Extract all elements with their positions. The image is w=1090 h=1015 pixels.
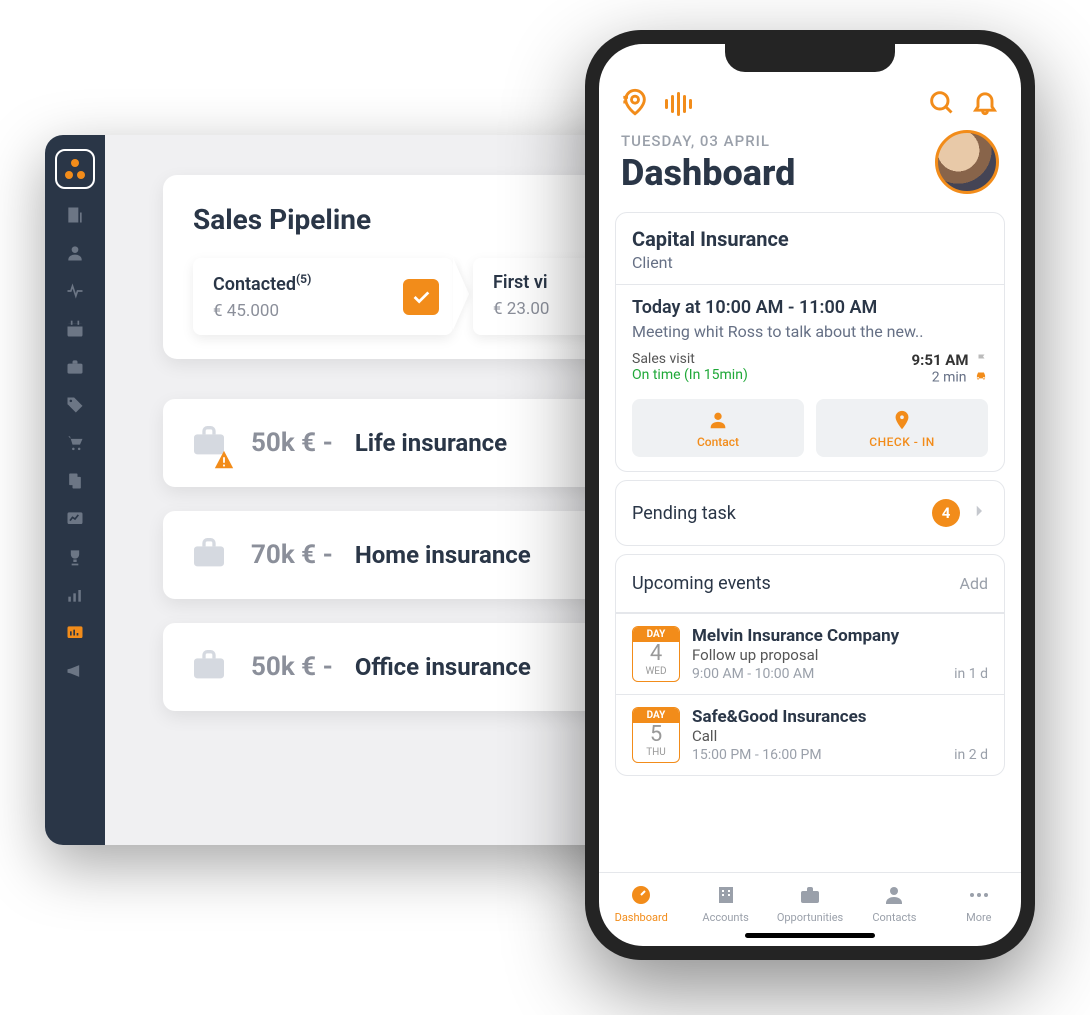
phone-notch xyxy=(725,44,895,72)
avatar[interactable] xyxy=(935,130,999,194)
event-title: Melvin Insurance Company xyxy=(692,626,988,646)
pending-label: Pending task xyxy=(632,503,922,524)
phone-frame: TUESDAY, 03 APRIL Dashboard Capital Insu… xyxy=(585,30,1035,960)
event-time: 9:00 AM - 10:00 AM xyxy=(692,666,814,682)
meeting-card[interactable]: Capital Insurance Client Today at 10:00 … xyxy=(615,212,1005,472)
pending-task-row[interactable]: Pending task 4 xyxy=(615,480,1005,546)
activity-icon[interactable] xyxy=(63,279,87,303)
add-button[interactable]: Add xyxy=(960,574,988,593)
tab-dashboard[interactable]: Dashboard xyxy=(599,883,683,924)
date-block: DAY 4 WED xyxy=(632,626,680,682)
bell-icon[interactable] xyxy=(971,88,999,120)
event-subtitle: Call xyxy=(692,727,988,745)
search-icon[interactable] xyxy=(927,88,955,120)
pipeline-title: Sales Pipeline xyxy=(193,203,611,236)
event-eta: in 2 d xyxy=(954,747,988,763)
deal-amount: 50k € - xyxy=(251,428,333,458)
event-eta: in 1 d xyxy=(954,666,988,682)
flag-icon xyxy=(976,353,988,369)
meeting-time: Today at 10:00 AM - 11:00 AM xyxy=(632,297,988,318)
event-time: 15:00 PM - 16:00 PM xyxy=(692,747,822,763)
tab-more[interactable]: More xyxy=(937,883,1021,924)
sound-wave-icon[interactable] xyxy=(665,92,692,116)
meeting-company: Capital Insurance xyxy=(632,227,988,251)
contact-button[interactable]: Contact xyxy=(632,399,804,457)
page-title: Dashboard xyxy=(621,152,935,194)
tab-opportunities[interactable]: Opportunities xyxy=(768,883,852,924)
user-icon[interactable] xyxy=(63,241,87,265)
event-title: Safe&Good Insurances xyxy=(692,707,988,727)
home-indicator[interactable] xyxy=(745,933,875,938)
deal-name: Office insurance xyxy=(355,653,531,681)
check-icon xyxy=(403,279,439,315)
pipeline-stage-contacted[interactable]: Contacted(5) € 45.000 xyxy=(193,258,453,335)
car-icon xyxy=(974,369,988,387)
event-subtitle: Follow up proposal xyxy=(692,646,988,664)
sidebar xyxy=(45,135,105,845)
meeting-description: Meeting whit Ross to talk about the new.… xyxy=(632,322,988,341)
trophy-icon[interactable] xyxy=(63,545,87,569)
briefcase-icon xyxy=(189,533,229,577)
on-time-status: On time (In 15min) xyxy=(632,367,748,383)
visit-type-label: Sales visit xyxy=(632,351,748,367)
briefcase-icon xyxy=(189,645,229,689)
tab-accounts[interactable]: Accounts xyxy=(683,883,767,924)
briefcase-icon[interactable] xyxy=(63,355,87,379)
tab-contacts[interactable]: Contacts xyxy=(852,883,936,924)
building-icon[interactable] xyxy=(63,203,87,227)
phone-screen: TUESDAY, 03 APRIL Dashboard Capital Insu… xyxy=(599,44,1021,946)
pending-count-badge: 4 xyxy=(932,499,960,527)
deal-amount: 50k € - xyxy=(251,652,333,682)
files-icon[interactable] xyxy=(63,469,87,493)
header-date: TUESDAY, 03 APRIL xyxy=(621,132,935,150)
megaphone-icon[interactable] xyxy=(63,659,87,683)
arrival-time: 9:51 AM xyxy=(912,351,969,369)
deal-name: Life insurance xyxy=(355,429,507,457)
location-icon[interactable] xyxy=(621,88,649,120)
cart-icon[interactable] xyxy=(63,431,87,455)
event-item[interactable]: DAY 4 WED Melvin Insurance Company Follo… xyxy=(616,613,1004,694)
chevron-right-icon xyxy=(970,502,988,524)
upcoming-label: Upcoming events xyxy=(632,573,950,594)
tag-icon[interactable] xyxy=(63,393,87,417)
analytics-icon[interactable] xyxy=(63,621,87,645)
checkin-button[interactable]: CHECK - IN xyxy=(816,399,988,457)
date-block: DAY 5 THU xyxy=(632,707,680,763)
event-item[interactable]: DAY 5 THU Safe&Good Insurances Call 15:0… xyxy=(616,694,1004,775)
calendar-icon[interactable] xyxy=(63,317,87,341)
deal-name: Home insurance xyxy=(355,541,531,569)
distance: 2 min xyxy=(932,370,967,386)
warning-icon xyxy=(213,449,235,471)
deal-amount: 70k € - xyxy=(251,540,333,570)
meeting-relation: Client xyxy=(632,253,988,272)
chart-line-icon[interactable] xyxy=(63,507,87,531)
briefcase-icon xyxy=(189,421,229,465)
app-logo[interactable] xyxy=(55,149,95,189)
upcoming-events-card: Upcoming events Add DAY 4 WED Melvin Ins… xyxy=(615,554,1005,776)
bar-chart-icon[interactable] xyxy=(63,583,87,607)
